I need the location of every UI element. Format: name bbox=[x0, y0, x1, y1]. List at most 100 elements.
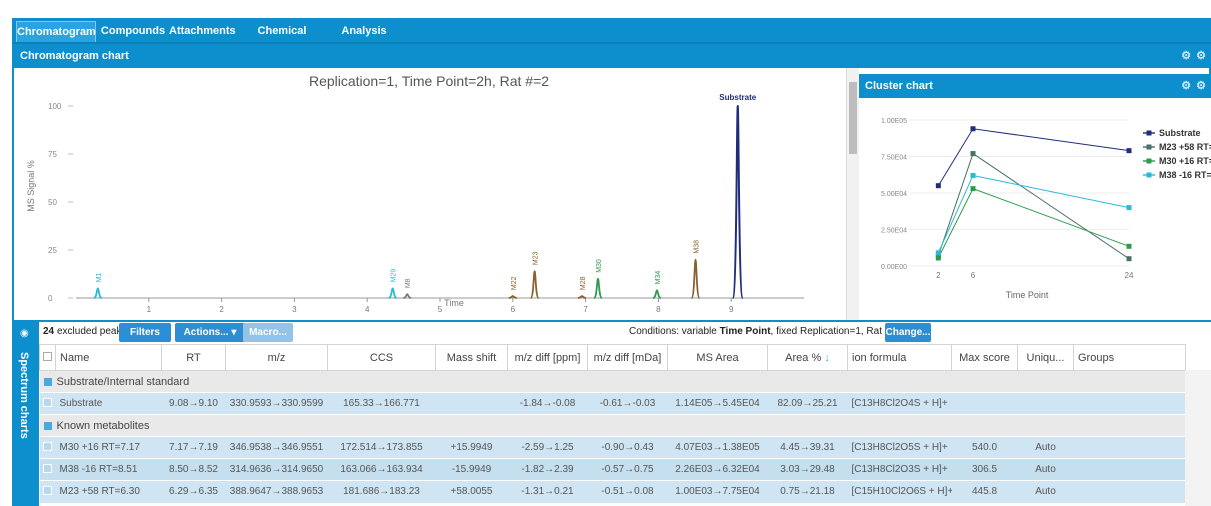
chromatogram-scrollbar[interactable] bbox=[846, 68, 859, 320]
tab-compounds[interactable]: Compounds bbox=[100, 21, 166, 42]
row-checkbox[interactable] bbox=[39, 436, 56, 459]
excluded-count: 24 bbox=[43, 326, 55, 337]
chromatogram-header: Chromatogram chart ⚙⚙ bbox=[14, 44, 1211, 68]
col-mz-mda[interactable]: m/z diff [mDa] bbox=[587, 344, 668, 371]
select-all-checkbox[interactable] bbox=[39, 344, 56, 371]
data-point bbox=[935, 183, 941, 189]
table-row[interactable]: Substrate 9.08→9.10 330.9593→330.9599 165.3… bbox=[39, 392, 1186, 415]
table-row[interactable]: M23 +58 RT=6.30 6.29→6.35 388.9647→388.965… bbox=[39, 480, 1186, 503]
chevron-down-icon: ▾ bbox=[231, 327, 237, 338]
x-tick-label: 1 bbox=[147, 305, 152, 314]
peak-label: M23 bbox=[533, 251, 540, 265]
cell-mz: 314.9636→314.9650 bbox=[225, 458, 328, 481]
cluster-x-tick-label: 24 bbox=[1125, 271, 1134, 280]
group-row[interactable]: Known metabolites bbox=[39, 414, 1186, 437]
cell-ppm: -1.84→-0.08 bbox=[507, 392, 588, 415]
col-ms-area[interactable]: MS Area bbox=[667, 344, 768, 371]
col-max-score[interactable]: Max score bbox=[951, 344, 1018, 371]
collapse-group-icon[interactable] bbox=[43, 377, 52, 386]
tab-chromatogram[interactable]: Chromatogram bbox=[16, 21, 96, 42]
macro-button[interactable]: Macro... bbox=[243, 323, 293, 342]
actions-label: Actions... bbox=[183, 327, 229, 338]
table-header-row: Name RT m/z CCS Mass shift m/z diff [ppm… bbox=[39, 344, 1186, 371]
replicate-label: Replication=1, Time Point=2h, Rat #=2 bbox=[309, 73, 549, 89]
spectrum-charts-sidebar[interactable]: ◉ Spectrum charts bbox=[12, 322, 39, 506]
cell-rt: 6.29→6.35 bbox=[161, 480, 226, 503]
legend-marker bbox=[1146, 158, 1152, 164]
series-line bbox=[937, 187, 1130, 259]
panel-settings-icons[interactable]: ⚙⚙ bbox=[1181, 44, 1211, 68]
col-mass-shift[interactable]: Mass shift bbox=[435, 344, 508, 371]
cell-area: 4.07E03→1.38E05 bbox=[667, 436, 768, 459]
peak-label: M34 bbox=[655, 271, 662, 285]
col-mz-ppm[interactable]: m/z diff [ppm] bbox=[507, 344, 588, 371]
cell-shift: -15.9949 bbox=[435, 458, 508, 481]
col-name[interactable]: Name bbox=[55, 344, 162, 371]
peak-label: M29 bbox=[391, 269, 398, 283]
col-ion-formula[interactable]: ion formula bbox=[847, 344, 952, 371]
cell-groups bbox=[1073, 480, 1186, 503]
tab-chemical-results[interactable]: Chemical results bbox=[238, 21, 326, 58]
chromatogram-panel: Chromatogram chart ⚙⚙ Replication=1, Tim… bbox=[12, 44, 1211, 322]
table-row[interactable]: M30 +16 RT=7.17 7.17→7.19 346.9538→346.955… bbox=[39, 436, 1186, 459]
cell-rt: 7.17→7.19 bbox=[161, 436, 226, 459]
col-ccs[interactable]: CCS bbox=[327, 344, 436, 371]
cell-pct: 0.75→21.18 bbox=[767, 480, 848, 503]
col-groups[interactable]: Groups bbox=[1073, 344, 1186, 371]
data-point bbox=[1126, 256, 1132, 262]
collapse-group-icon[interactable] bbox=[43, 421, 52, 430]
legend-marker bbox=[1146, 130, 1152, 136]
results-toolbar: 24 excluded peaks Filters Actions... ▾ M… bbox=[39, 322, 1211, 344]
legend-entry: M23 +58 RT= bbox=[1159, 142, 1211, 152]
col-rt[interactable]: RT bbox=[161, 344, 226, 371]
row-checkbox[interactable] bbox=[39, 392, 56, 415]
col-unique[interactable]: Uniqu... bbox=[1017, 344, 1074, 371]
peak-label: M8 bbox=[405, 278, 412, 288]
filters-button[interactable]: Filters bbox=[119, 323, 171, 342]
actions-button[interactable]: Actions... ▾ bbox=[175, 323, 245, 342]
cluster-settings-icons[interactable]: ⚙⚙ bbox=[1181, 74, 1211, 98]
group-cell: Known metabolites bbox=[39, 414, 1186, 437]
col-mz[interactable]: m/z bbox=[225, 344, 328, 371]
table-row[interactable]: M38 -16 RT=8.51 8.50→8.52 314.9636→314.965… bbox=[39, 458, 1186, 481]
cluster-y-tick-label: 1.00E05 bbox=[881, 118, 907, 125]
tab-analysis-tools[interactable]: Analysis tools bbox=[329, 21, 399, 58]
collapse-icon[interactable]: ◉ bbox=[20, 328, 29, 339]
row-checkbox[interactable] bbox=[39, 480, 56, 503]
peak-m1 bbox=[93, 287, 103, 299]
x-axis-label: Time bbox=[444, 298, 464, 308]
group-name: Known metabolites bbox=[56, 419, 150, 432]
peak-label: Substrate bbox=[719, 93, 756, 102]
change-button[interactable]: Change... bbox=[885, 323, 931, 342]
cell-mda: -0.51→0.08 bbox=[587, 480, 668, 503]
tab-attachments[interactable]: Attachments bbox=[169, 21, 236, 42]
peak-m29 bbox=[388, 287, 398, 299]
row-checkbox[interactable] bbox=[39, 458, 56, 481]
spectrum-charts-label: Spectrum charts bbox=[18, 352, 30, 439]
cell-formula: [C13H8Cl2O5S + H]+ bbox=[847, 436, 952, 459]
cell-score bbox=[951, 392, 1018, 415]
cell-ccs: 181.686→183.23 bbox=[327, 480, 436, 503]
x-tick-label: 3 bbox=[292, 305, 297, 314]
cell-pct: 3.03→29.48 bbox=[767, 458, 848, 481]
cluster-header: Cluster chart ⚙⚙ bbox=[859, 74, 1211, 98]
legend-entry: Substrate bbox=[1159, 128, 1201, 138]
series-line bbox=[937, 174, 1130, 254]
cell-formula: [C15H10Cl2O6S + H]+ bbox=[847, 480, 952, 503]
table-scrollbar[interactable] bbox=[1185, 370, 1211, 506]
group-row[interactable]: Substrate/Internal standard bbox=[39, 370, 1186, 393]
group-cell: Substrate/Internal standard bbox=[39, 370, 1186, 393]
sort-down-icon: ↓ bbox=[824, 351, 830, 364]
cell-ppm: -2.59→1.25 bbox=[507, 436, 588, 459]
cell-ppm: -1.82→2.39 bbox=[507, 458, 588, 481]
series-line bbox=[937, 128, 1130, 186]
conditions-prefix: Conditions: variable bbox=[629, 326, 717, 337]
cell-groups bbox=[1073, 458, 1186, 481]
cell-area: 2.26E03→6.32E04 bbox=[667, 458, 768, 481]
data-point bbox=[1126, 205, 1132, 211]
col-area-pct[interactable]: Area % ↓ bbox=[767, 344, 848, 371]
cell-pct: 82.09→25.21 bbox=[767, 392, 848, 415]
x-tick-label: 7 bbox=[583, 305, 588, 314]
x-tick-label: 2 bbox=[219, 305, 224, 314]
scroll-thumb[interactable] bbox=[849, 82, 857, 154]
